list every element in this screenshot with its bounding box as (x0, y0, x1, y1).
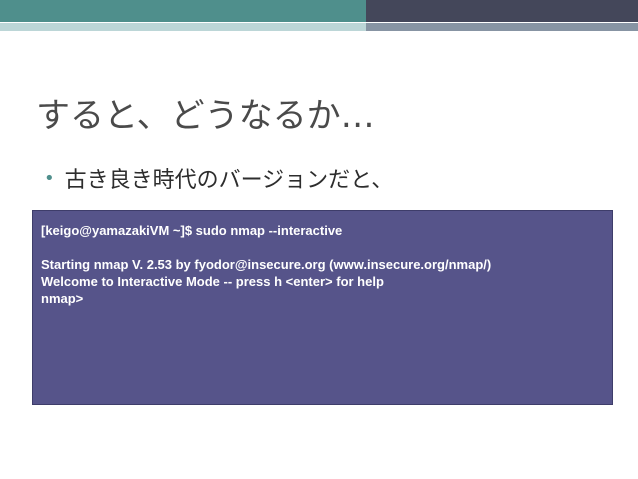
bullet-text: 古き良き時代のバージョンだと、 (64, 168, 394, 193)
header-stripe (0, 23, 638, 31)
header-band (0, 0, 638, 22)
slide: すると、どうなるか… • 古き良き時代のバージョンだと、 [keigo@yama… (0, 0, 638, 479)
terminal-line-command: [keigo@yamazakiVM ~]$ sudo nmap --intera… (41, 223, 343, 238)
header-band-teal (0, 0, 366, 22)
terminal-line-welcome: Welcome to Interactive Mode -- press h <… (41, 274, 384, 289)
header-stripe-slate (366, 23, 638, 31)
terminal-output: [keigo@yamazakiVM ~]$ sudo nmap --intera… (32, 210, 613, 405)
header-band-dark (366, 0, 638, 22)
header-stripe-light (0, 23, 366, 31)
slide-title: すると、どうなるか… (36, 96, 375, 136)
terminal-line-starting: Starting nmap V. 2.53 by fyodor@insecure… (41, 257, 492, 272)
bullet-item: • 古き良き時代のバージョンだと、 (44, 162, 393, 194)
terminal-line-prompt: nmap> (41, 291, 84, 306)
bullet-dot-icon: • (44, 167, 55, 189)
